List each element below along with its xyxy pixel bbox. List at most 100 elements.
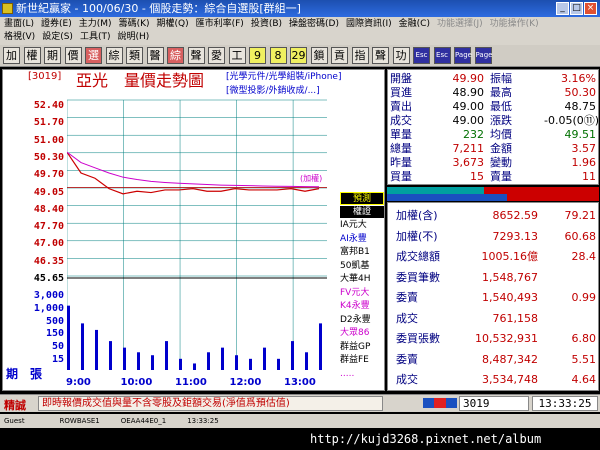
toolbar: 加權期價選綜類醫綜聲愛工 9 8 29 鎖貢指聲功 Esc Esc Page Page bbox=[0, 45, 600, 67]
quote-key: 漲跌 bbox=[490, 114, 512, 127]
quote-row: 開盤 49.90 振幅 3.16% bbox=[390, 72, 598, 85]
market-value: 1,540,493 bbox=[482, 291, 538, 304]
market-change: 0.99 bbox=[571, 291, 597, 304]
market-change: 6.80 bbox=[571, 332, 597, 345]
time-tick-label: 10:00 bbox=[120, 377, 153, 388]
menu-item[interactable]: 功能選擇(J) bbox=[437, 19, 483, 29]
stock-tag[interactable]: [光學元件/光學組裝/iPhone] bbox=[226, 70, 341, 84]
broker-item[interactable]: K4永豐 bbox=[340, 300, 386, 314]
quote-row: 賣出 49.00 最低 48.75 bbox=[390, 100, 598, 113]
chart-title: 亞光 量價走勢圖 bbox=[76, 71, 205, 90]
price-tick-label: 52.40 bbox=[33, 100, 64, 111]
menu-row-secondary: 格視(V) 設定(S) 工具(T) 說明(H) bbox=[4, 31, 156, 44]
stock-code-input[interactable]: 3019 bbox=[459, 396, 529, 411]
price-volume-chart[interactable] bbox=[67, 96, 339, 376]
quote-key: 總量 bbox=[390, 142, 412, 155]
price-tick-label: 49.70 bbox=[33, 169, 64, 181]
market-row: 加權(含) 8652.59 79.21 bbox=[390, 205, 598, 227]
bid-bar-top bbox=[387, 187, 484, 194]
toolbar-button[interactable]: 指 bbox=[351, 47, 369, 64]
quote-key: 賣量 bbox=[490, 170, 512, 183]
minimize-button[interactable]: _ bbox=[556, 2, 569, 15]
broker-item[interactable]: IA元大 bbox=[340, 219, 386, 233]
menu-item[interactable]: 操盤密碼(D) bbox=[289, 19, 339, 29]
quote-row: 昨量 3,673 變動 1.96 bbox=[390, 156, 598, 169]
toolbar-button[interactable]: 8 bbox=[269, 47, 287, 64]
toolbar-button[interactable]: Esc bbox=[433, 47, 451, 64]
toolbar-button[interactable]: Esc bbox=[413, 47, 430, 64]
volume-tick-label: 50 bbox=[51, 341, 64, 353]
menu-item[interactable]: 功能操作(K) bbox=[490, 19, 539, 29]
broker-item[interactable]: 富邦B1 bbox=[340, 246, 386, 260]
quote-value: 48.90 bbox=[452, 86, 485, 99]
time-tick-label: 13:00 bbox=[284, 377, 316, 388]
menu-item[interactable]: 設定(S) bbox=[42, 32, 73, 42]
menu-item[interactable]: 格視(V) bbox=[4, 32, 35, 42]
toolbar-button[interactable]: Page bbox=[454, 47, 472, 64]
quote-key: 單量 bbox=[390, 128, 412, 141]
broker-item[interactable]: 群益GP bbox=[340, 341, 386, 355]
close-button[interactable]: × bbox=[584, 2, 597, 15]
market-change: 5.51 bbox=[571, 352, 597, 366]
toolbar-button[interactable]: 綜 bbox=[167, 47, 184, 64]
time-tick-label: 11:00 bbox=[175, 377, 207, 388]
toolbar-button[interactable]: 聲 bbox=[187, 47, 205, 64]
quote-key: 變動 bbox=[490, 156, 512, 169]
price-tick-label: 46.35 bbox=[33, 255, 64, 267]
time-tick-label: 12:00 bbox=[229, 377, 262, 388]
menu-item[interactable]: 證券(E) bbox=[41, 19, 72, 29]
menu-item[interactable]: 畫面(L) bbox=[4, 19, 34, 29]
broker-item[interactable]: D2永豐 bbox=[340, 314, 386, 328]
toolbar-button[interactable]: 選 bbox=[85, 47, 102, 64]
maximize-button[interactable]: □ bbox=[570, 2, 583, 15]
broker-item[interactable]: 大眾86 bbox=[340, 327, 386, 341]
broker-item[interactable]: ..... bbox=[340, 368, 386, 382]
toolbar-button[interactable]: 29 bbox=[290, 47, 307, 64]
menu-item[interactable]: 匯市利率(F) bbox=[196, 19, 244, 29]
menu-item[interactable]: 投資(B) bbox=[251, 19, 282, 29]
toolbar-button[interactable]: 9 bbox=[249, 47, 266, 64]
toolbar-button[interactable]: Page bbox=[474, 47, 492, 64]
toolbar-button[interactable]: 愛 bbox=[208, 47, 225, 64]
toolbar-button[interactable]: 醫 bbox=[146, 47, 164, 64]
menu-item[interactable]: 期權(Q) bbox=[157, 19, 189, 29]
price-tick-label: 47.00 bbox=[33, 238, 64, 250]
price-tick-label: 48.40 bbox=[33, 203, 64, 215]
menu-item[interactable]: 工具(T) bbox=[80, 32, 111, 42]
toolbar-button[interactable]: 類 bbox=[126, 47, 143, 64]
quote-row: 總量 7,211 金額 3.57 bbox=[390, 142, 598, 155]
toolbar-button[interactable]: 加 bbox=[3, 47, 20, 64]
volume-bar bbox=[95, 329, 98, 370]
broker-item[interactable]: AI永豐 bbox=[340, 233, 386, 247]
broker-item[interactable]: FV元大 bbox=[340, 287, 386, 301]
broker-item[interactable]: 50凱基 bbox=[340, 260, 386, 274]
market-value: 8,487,342 bbox=[482, 352, 538, 366]
market-key: 成交 bbox=[396, 311, 418, 325]
quote-key: 最低 bbox=[490, 100, 512, 113]
toolbar-button[interactable]: 價 bbox=[64, 47, 82, 64]
prediction-button[interactable]: 預測 bbox=[340, 192, 384, 205]
menu-item[interactable]: 主力(M) bbox=[79, 19, 112, 29]
toolbar-button[interactable]: 權 bbox=[23, 47, 41, 64]
menu-item[interactable]: 金融(C) bbox=[399, 19, 430, 29]
quote-key: 振幅 bbox=[490, 72, 512, 85]
toolbar-button[interactable]: 貢 bbox=[331, 47, 348, 64]
volume-tick-label: 3,000 bbox=[33, 290, 64, 301]
market-row: 加權(不) 7293.13 60.68 bbox=[390, 226, 598, 248]
status-label: 精誠 bbox=[4, 399, 26, 412]
menu-item[interactable]: 籌碼(K) bbox=[119, 19, 150, 29]
toolbar-button[interactable]: 工 bbox=[228, 47, 246, 64]
menu-item[interactable]: 說明(H) bbox=[117, 32, 149, 42]
market-key: 加權(含) bbox=[396, 209, 438, 222]
toolbar-button[interactable]: 期 bbox=[44, 47, 61, 64]
broker-item[interactable]: 群益FE bbox=[340, 354, 386, 368]
market-value: 7293.13 bbox=[492, 229, 539, 243]
broker-item[interactable]: 大華4H bbox=[340, 273, 386, 287]
toolbar-button[interactable]: 聲 bbox=[372, 47, 389, 64]
menu-item[interactable]: 國際資訊(I) bbox=[346, 19, 392, 29]
volume-bar bbox=[151, 355, 154, 370]
toolbar-button[interactable]: 綜 bbox=[105, 47, 123, 64]
clock: 13:33:25 bbox=[532, 396, 598, 411]
toolbar-button[interactable]: 鎖 bbox=[310, 47, 328, 64]
toolbar-button[interactable]: 功 bbox=[392, 47, 410, 64]
